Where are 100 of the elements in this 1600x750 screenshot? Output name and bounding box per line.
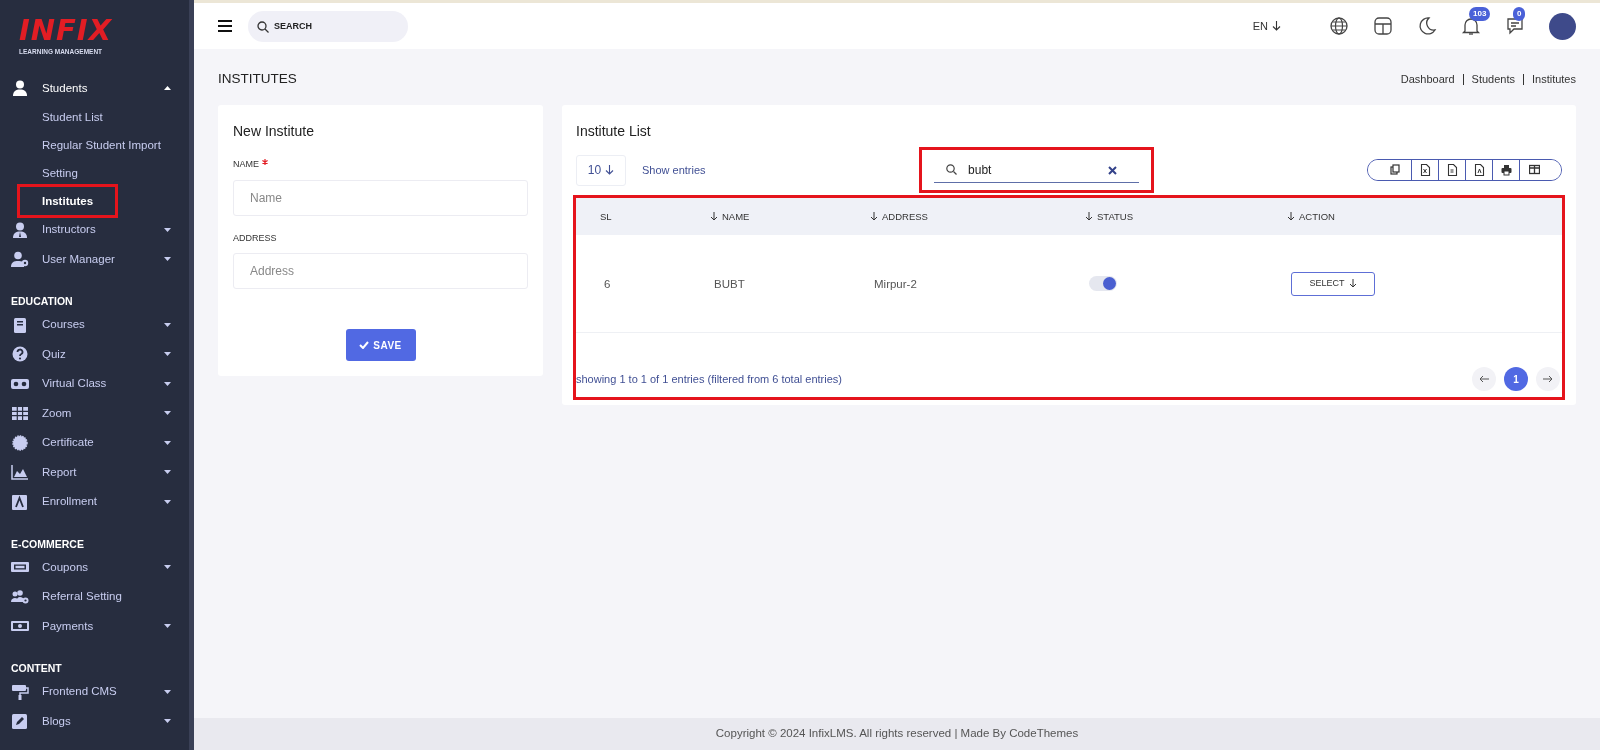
- caret-down-icon: [164, 381, 171, 386]
- input-field[interactable]: Name: [233, 179, 528, 216]
- paint-roller-icon: [11, 683, 29, 700]
- breadcrumb-link[interactable]: Students: [1462, 73, 1515, 85]
- sidebar-item[interactable]: Virtual Class: [0, 369, 189, 399]
- sidebar-item[interactable]: Zoom: [0, 398, 189, 428]
- search-icon: [946, 164, 958, 176]
- avatar[interactable]: [1549, 12, 1576, 40]
- search-field[interactable]: SEARCH: [248, 10, 408, 42]
- sidebar-item[interactable]: Coupons: [0, 552, 189, 582]
- arrow-left-icon: [1479, 375, 1489, 384]
- columns-button[interactable]: [1519, 160, 1561, 181]
- breadcrumb-link[interactable]: Institutes: [1522, 73, 1576, 85]
- arrow-down-icon: [1348, 279, 1357, 289]
- caret-up-icon: [164, 86, 171, 91]
- area-chart-icon: [11, 464, 29, 481]
- users-gear-icon: [11, 588, 29, 605]
- sidebar-item[interactable]: Enrollment: [0, 487, 189, 517]
- chat-icon[interactable]: [1505, 16, 1525, 36]
- sidebar-subitem[interactable]: Institutes: [20, 187, 116, 215]
- arrow-right-icon: [1543, 375, 1553, 384]
- sidebar-item[interactable]: User Manager: [0, 244, 189, 274]
- section-heading: EDUCATION: [10, 294, 74, 310]
- page-title: INSTITUTES: [218, 70, 297, 88]
- clear-icon[interactable]: [1108, 166, 1118, 176]
- sidebar-item[interactable]: Instructors: [0, 215, 189, 245]
- count-badge: 103: [1469, 7, 1491, 21]
- table-info-text: showing 1 to 1 of 1 entries (filtered from 6 total entries): [576, 372, 842, 387]
- caret-down-icon: [164, 624, 171, 629]
- book-icon: [11, 316, 29, 333]
- sidebar-item[interactable]: Certificate: [0, 428, 189, 458]
- show-entries-label: Show entries: [642, 163, 706, 178]
- breadcrumb-link[interactable]: Dashboard: [1400, 73, 1455, 85]
- column-header: SL: [600, 209, 613, 224]
- sidebar-item[interactable]: Students: [0, 73, 189, 103]
- count-badge: 0: [1513, 7, 1526, 21]
- sidebar-subitem[interactable]: Regular Student Import: [20, 131, 183, 159]
- column-header[interactable]: ACTION: [1287, 209, 1562, 224]
- caret-down-icon: [164, 719, 171, 724]
- table-cell: BUBT: [714, 277, 745, 290]
- page-button[interactable]: 1: [1504, 367, 1528, 392]
- status-toggle[interactable]: [1089, 276, 1117, 292]
- sort-arrow-icon: [1287, 212, 1295, 222]
- pdf-file-icon: [1473, 164, 1485, 177]
- question-icon: [11, 346, 29, 363]
- pencil-box-icon: [11, 713, 29, 730]
- table-cell: 6: [604, 277, 611, 290]
- excel-file-icon: [1419, 164, 1431, 177]
- caret-down-icon: [164, 352, 171, 357]
- sort-arrow-icon: [710, 212, 718, 222]
- layout-icon[interactable]: [1373, 16, 1393, 36]
- print-icon: [1500, 164, 1512, 177]
- grid-icon: [11, 405, 29, 422]
- sort-arrow-icon: [1085, 212, 1093, 222]
- caret-down-icon: [164, 322, 171, 327]
- triangle-box-icon: [11, 493, 29, 510]
- sidebar-item[interactable]: Blogs: [0, 706, 189, 736]
- user-icon: [11, 80, 29, 97]
- caret-down-icon: [164, 689, 171, 694]
- user-tie-icon: [11, 221, 29, 238]
- bell-icon[interactable]: [1461, 16, 1481, 36]
- caret-down-icon: [164, 499, 171, 504]
- language-selector[interactable]: EN: [1252, 17, 1281, 35]
- columns-icon: [1529, 164, 1540, 177]
- table-cell: Mirpur-2: [874, 277, 917, 290]
- csv-file-icon: [1446, 164, 1458, 177]
- arrow-down-icon: [1272, 21, 1281, 31]
- sidebar-subitem[interactable]: Setting: [20, 159, 100, 187]
- certificate-icon: [11, 434, 29, 451]
- sort-arrow-icon: [870, 212, 878, 222]
- input-field[interactable]: Address: [233, 253, 528, 290]
- sidebar-item[interactable]: Courses: [0, 310, 189, 340]
- select-button[interactable]: SELECT: [1291, 271, 1375, 296]
- section-heading: CONTENT: [10, 661, 63, 677]
- section-heading: E-COMMERCE: [10, 536, 85, 552]
- caret-down-icon: [164, 440, 171, 445]
- caret-down-icon: [164, 257, 171, 262]
- column-header[interactable]: STATUS: [1085, 209, 1287, 224]
- globe-icon[interactable]: [1329, 16, 1349, 36]
- caret-down-icon: [164, 411, 171, 416]
- caret-down-icon: [164, 470, 171, 475]
- menu-icon[interactable]: [218, 20, 232, 32]
- sidebar-item[interactable]: Referral Setting: [0, 582, 189, 612]
- card-title: New Institute: [233, 122, 315, 142]
- moon-icon[interactable]: [1417, 16, 1437, 36]
- column-header[interactable]: ADDRESS: [870, 209, 1085, 224]
- sidebar-item[interactable]: Quiz: [0, 339, 189, 369]
- sidebar-item[interactable]: Payments: [0, 611, 189, 641]
- logo-title: INFIX: [19, 16, 113, 45]
- sidebar-item[interactable]: Report: [0, 457, 189, 487]
- check-icon: [359, 341, 370, 350]
- column-header[interactable]: NAME: [710, 209, 870, 224]
- copyright-text: Copyright © 2024 InfixLMS. All rights reserved | Made By CodeThemes: [715, 726, 1079, 742]
- save-button[interactable]: SAVE: [345, 329, 416, 362]
- field-label: NAME: [233, 158, 268, 172]
- sidebar-item[interactable]: Frontend CMS: [0, 677, 189, 707]
- field-label: ADDRESS: [233, 231, 278, 245]
- sidebar-subitem[interactable]: Student List: [20, 103, 125, 131]
- page-size-select[interactable]: 10: [576, 154, 626, 186]
- caret-down-icon: [164, 565, 171, 570]
